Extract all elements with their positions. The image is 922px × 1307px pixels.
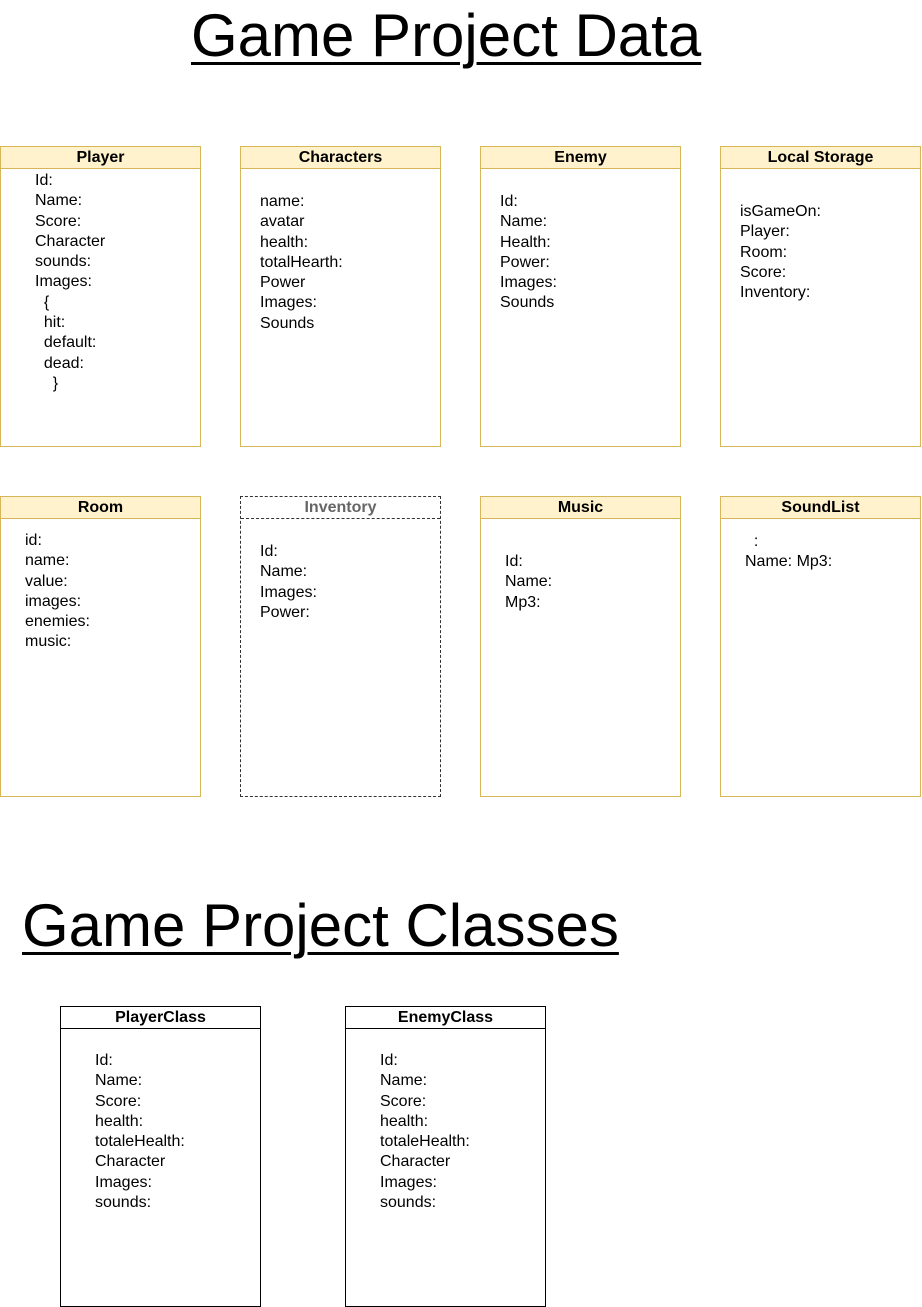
field-line: isGameOn: [740, 203, 821, 220]
player-class-fields: Id: Name: Score: health: totaleHealth: Charac… [95, 1051, 185, 1213]
field-line: id: [25, 532, 42, 549]
field-line: Score: [740, 263, 787, 281]
field-line: Images: [260, 294, 317, 312]
inventory-entity-fields: Id: Name: Images: Power: [260, 542, 317, 623]
enemy-entity-box[interactable]: Enemy Id: Name: Health: Power: Images: Sounds [480, 146, 681, 447]
field-line: sounds: [95, 1194, 152, 1212]
field-line: totaleHealth: [380, 1133, 470, 1151]
field-line: dead: [35, 354, 84, 372]
field-line: Room: [740, 243, 788, 261]
local-storage-entity-fields: isGameOn: Player: Room: Score: Inventory: [740, 202, 821, 303]
field-line: Name: [260, 563, 308, 581]
enemy-entity-fields: Id: Name: Health: Power: Images: Sounds [500, 192, 557, 314]
field-line: hit: [35, 314, 66, 332]
field-line: Power: [500, 253, 550, 271]
field-line: Score: [95, 1092, 142, 1110]
field-line: Images: [95, 1173, 152, 1191]
field-line: Sounds [260, 314, 315, 332]
field-line: health: [260, 233, 309, 251]
room-entity-box[interactable]: Room id: name: value: images: enemies: music: [0, 496, 201, 797]
inventory-entity-title: Inventory [241, 497, 440, 519]
music-entity-box[interactable]: Music Id: Name: Mp3: [480, 496, 681, 797]
soundlist-entity-fields: : Name: Mp3: [745, 532, 832, 573]
field-line: name: [260, 193, 305, 210]
enemy-entity-title: Enemy [481, 147, 680, 169]
characters-entity-box[interactable]: Characters name: avatar health: totalHearth… [240, 146, 441, 447]
characters-entity-title: Characters [241, 147, 440, 169]
player-entity-box[interactable]: Player Id: Name: Score: Character sounds: Ima… [0, 146, 201, 447]
field-line: music: [25, 633, 72, 651]
field-line: Id: [500, 193, 518, 210]
field-line: health: [95, 1112, 144, 1130]
field-line: sounds: [35, 253, 92, 271]
soundlist-entity-box[interactable]: SoundList : Name: Mp3: [720, 496, 921, 797]
music-entity-fields: Id: Name: Mp3: [505, 552, 552, 613]
field-line: Id: [380, 1052, 398, 1069]
data-section-heading: Game Project Data [191, 2, 702, 69]
field-line: Character [380, 1153, 451, 1171]
field-line: totalHearth: [260, 253, 343, 271]
soundlist-entity-title: SoundList [721, 497, 920, 519]
field-line: Id: [260, 543, 278, 560]
field-line: Score: [380, 1092, 427, 1110]
field-line: Character [35, 232, 106, 250]
field-line: Inventory: [740, 284, 811, 302]
field-line: Power [260, 274, 306, 292]
inventory-entity-box[interactable]: Inventory Id: Name: Images: Power: [240, 496, 441, 797]
player-entity-title: Player [1, 147, 200, 169]
field-line: Sounds [500, 294, 555, 312]
field-line: Images: [380, 1173, 437, 1191]
player-entity-fields: Id: Name: Score: Character sounds: Images: { … [35, 171, 105, 394]
field-line: } [35, 374, 59, 392]
enemy-class-fields: Id: Name: Score: health: totaleHealth: Charac… [380, 1051, 470, 1213]
field-line: Images: [260, 583, 317, 601]
field-line: Id: [505, 553, 523, 570]
field-line: Name: Mp3: [745, 553, 833, 571]
field-line: Health: [500, 233, 551, 251]
field-line: { [35, 293, 50, 311]
field-line: avatar [260, 213, 305, 231]
enemy-class-title: EnemyClass [346, 1007, 545, 1029]
enemy-class-box[interactable]: EnemyClass Id: Name: Score: health: totaleHe… [345, 1006, 546, 1307]
field-line: Name: [505, 573, 553, 591]
classes-section-heading: Game Project Classes [22, 892, 619, 959]
local-storage-entity-box[interactable]: Local Storage isGameOn: Player: Room: Score… [720, 146, 921, 447]
field-line: Id: [95, 1052, 113, 1069]
field-line: enemies: [25, 613, 90, 631]
local-storage-entity-title: Local Storage [721, 147, 920, 169]
player-class-box[interactable]: PlayerClass Id: Name: Score: health: totaleH… [60, 1006, 261, 1307]
room-entity-fields: id: name: value: images: enemies: music: [25, 531, 90, 653]
characters-entity-fields: name: avatar health: totalHearth: Power Image… [260, 192, 343, 334]
field-line: health: [380, 1112, 429, 1130]
field-line: Mp3: [505, 593, 541, 611]
field-line: name: [25, 552, 70, 570]
field-line: images: [25, 592, 82, 610]
player-class-title: PlayerClass [61, 1007, 260, 1029]
field-line: Id: [35, 172, 53, 189]
field-line: Score: [35, 212, 82, 230]
field-line: Power: [260, 603, 310, 621]
field-line: value: [25, 572, 68, 590]
field-line: sounds: [380, 1194, 437, 1212]
field-line: Name: [380, 1072, 428, 1090]
field-line: Name: [500, 213, 548, 231]
field-line: Character [95, 1153, 166, 1171]
field-line: Images: [500, 274, 557, 292]
field-line: Player: [740, 223, 790, 241]
field-line: totaleHealth: [95, 1133, 185, 1151]
field-line: Name: [95, 1072, 143, 1090]
field-line: default: [35, 334, 97, 352]
field-line: Images: [35, 273, 92, 291]
room-entity-title: Room [1, 497, 200, 519]
music-entity-title: Music [481, 497, 680, 519]
field-line: Name: [35, 192, 83, 210]
field-line: : [745, 533, 759, 550]
